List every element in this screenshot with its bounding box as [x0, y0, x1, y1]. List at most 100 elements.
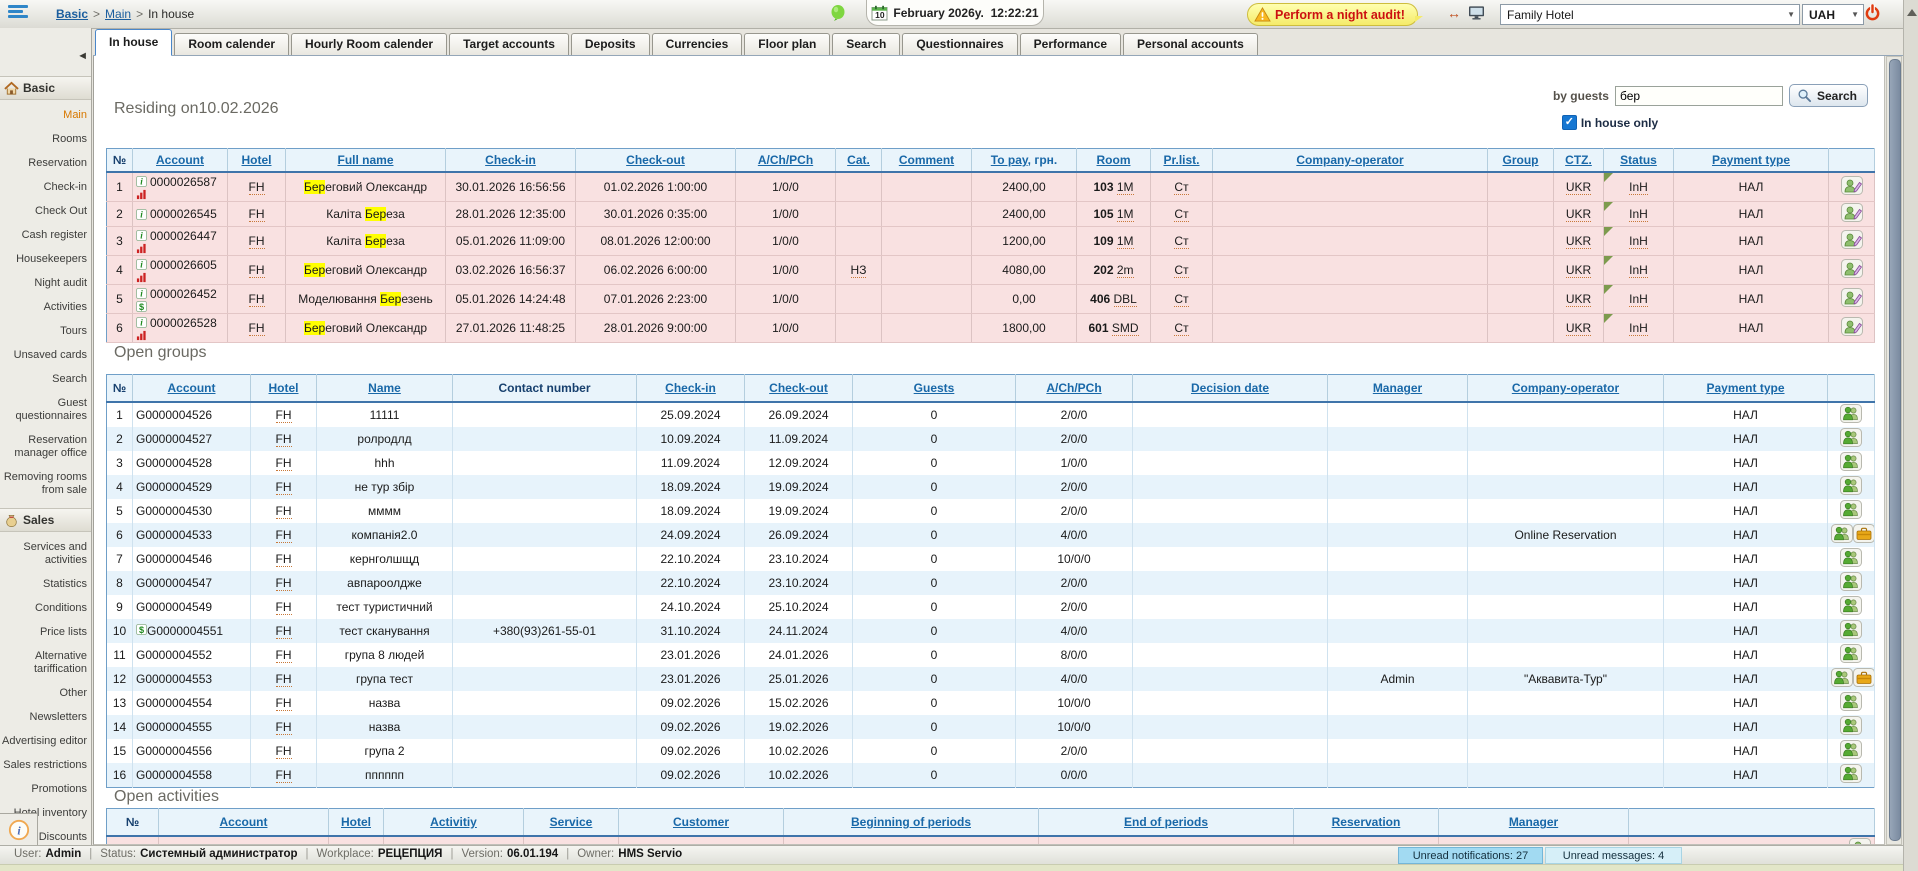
open-activities-row[interactable]: 1i0000026606FHпрокаттг07.11.2024 6:00:00… [107, 836, 1875, 845]
dollar-icon[interactable]: $ [136, 624, 147, 635]
currency-select[interactable]: UAH ▼ [1802, 4, 1864, 25]
hotel-select[interactable]: Family Hotel ▼ [1500, 4, 1800, 25]
residing-header-pr-list[interactable]: Pr.list. [1151, 149, 1213, 173]
account-info-icon[interactable]: i [136, 176, 147, 187]
open-group-button[interactable] [1840, 404, 1862, 423]
tab-currencies[interactable]: Currencies [652, 33, 743, 55]
sidebar-item-other[interactable]: Other [0, 687, 91, 700]
open-group-button[interactable] [1840, 428, 1862, 447]
sidebar-item-promotions[interactable]: Promotions [0, 783, 91, 796]
edit-reservation-button[interactable] [1841, 288, 1863, 307]
sidebar-item-removing-rooms-from-sale[interactable]: Removing rooms from sale [0, 471, 91, 497]
sidebar-section-sales[interactable]: Sales [0, 508, 91, 532]
chart-icon[interactable] [136, 330, 147, 341]
open-groups-row[interactable]: 8G0000004547FHавпароолдже22.10.202423.10… [107, 571, 1875, 595]
residing-header-status[interactable]: Status [1604, 149, 1674, 173]
power-button[interactable] [1864, 4, 1881, 21]
sidebar-item-unsaved-cards[interactable]: Unsaved cards [0, 349, 91, 362]
open-groups-row[interactable]: 10$G0000004551FHтест сканування+380(93)2… [107, 619, 1875, 643]
open-groups-header-hotel[interactable]: Hotel [251, 375, 317, 403]
residing-header-comment[interactable]: Comment [882, 149, 972, 173]
open-groups-header-decision-date[interactable]: Decision date [1133, 375, 1328, 403]
transfer-arrows-icon[interactable]: ↔ [1447, 5, 1461, 21]
sidebar-item-services-and-activities[interactable]: Services and activities [0, 541, 91, 567]
tab-performance[interactable]: Performance [1020, 33, 1121, 55]
open-group-button[interactable] [1840, 500, 1862, 519]
open-group-button[interactable] [1840, 764, 1862, 783]
open-group-button[interactable] [1840, 476, 1862, 495]
company-link-button[interactable] [1853, 668, 1875, 687]
tab-hourly-room-calender[interactable]: Hourly Room calender [291, 33, 447, 55]
date-display[interactable]: 10 February 2026y. 12:22:21 [866, 0, 1044, 26]
open-groups-row[interactable]: 11G0000004552FHгрупа 8 людей23.01.202624… [107, 643, 1875, 667]
open-group-button[interactable] [1840, 572, 1862, 591]
scroll-up-icon[interactable] [1907, 9, 1917, 16]
open-groups-row[interactable]: 9G0000004549FHтест туристичний24.10.2024… [107, 595, 1875, 619]
tab-personal-accounts[interactable]: Personal accounts [1123, 33, 1258, 55]
open-groups-row[interactable]: 3G0000004528FHhhh11.09.202412.09.202401/… [107, 451, 1875, 475]
account-info-icon[interactable]: i [136, 317, 147, 328]
open-groups-header-check-in[interactable]: Check-in [637, 375, 745, 403]
open-group-button[interactable] [1831, 524, 1853, 543]
residing-row[interactable]: 5i0000026452$FHМоделювання Березень05.01… [107, 285, 1875, 314]
residing-header-company-operator[interactable]: Company-operator [1213, 149, 1488, 173]
open-group-button[interactable] [1840, 692, 1862, 711]
chart-icon[interactable] [136, 243, 147, 254]
open-groups-header-account[interactable]: Account [133, 375, 251, 403]
open-group-button[interactable] [1840, 644, 1862, 663]
open-group-button[interactable] [1840, 620, 1862, 639]
open-groups-row[interactable]: 7G0000004546FHкернголшщд22.10.202423.10.… [107, 547, 1875, 571]
open-activities-header-customer[interactable]: Customer [619, 809, 784, 837]
tab-floor-plan[interactable]: Floor plan [744, 33, 830, 55]
open-groups-header-check-out[interactable]: Check-out [745, 375, 853, 403]
account-info-icon[interactable]: i [136, 230, 147, 241]
residing-row[interactable]: 4i0000026605FHБереговий Олександр03.02.2… [107, 256, 1875, 285]
open-groups-row[interactable]: 16G0000004558FHпппппп09.02.202610.02.202… [107, 763, 1875, 788]
open-groups-header-guests[interactable]: Guests [853, 375, 1016, 403]
unread-notifications-badge[interactable]: Unread notifications: 27 [1398, 847, 1543, 864]
open-group-button[interactable] [1840, 548, 1862, 567]
open-activities-header-activitiy[interactable]: Activitiy [384, 809, 524, 837]
dollar-icon[interactable]: $ [136, 301, 147, 312]
edit-activity-button[interactable] [1849, 838, 1871, 845]
residing-header-hotel[interactable]: Hotel [228, 149, 286, 173]
open-group-button[interactable] [1840, 596, 1862, 615]
window-scrollbar[interactable] [1903, 0, 1918, 871]
unread-messages-badge[interactable]: Unread messages: 4 [1545, 847, 1682, 864]
guest-search-input[interactable] [1615, 86, 1783, 106]
sidebar-section-basic[interactable]: Basic [0, 76, 91, 100]
open-groups-header-name[interactable]: Name [317, 375, 453, 403]
edit-reservation-button[interactable] [1841, 203, 1863, 222]
residing-header-to-pay[interactable]: To pay, грн. [972, 149, 1077, 173]
sidebar-collapse-icon[interactable]: ◄ [77, 50, 88, 62]
sidebar-item-main[interactable]: Main [0, 109, 91, 122]
sidebar-item-tours[interactable]: Tours [0, 325, 91, 338]
open-groups-header-a-ch-pch[interactable]: A/Ch/PCh [1016, 375, 1133, 403]
open-group-button[interactable] [1840, 452, 1862, 471]
account-info-icon[interactable]: i [136, 288, 147, 299]
sidebar-item-conditions[interactable]: Conditions [0, 602, 91, 615]
content-scrollbar[interactable] [1886, 56, 1902, 845]
residing-header-group[interactable]: Group [1488, 149, 1554, 173]
open-group-button[interactable] [1840, 716, 1862, 735]
tab-room-calender[interactable]: Room calender [174, 33, 289, 55]
info-button[interactable]: i [0, 813, 38, 845]
sidebar-item-search[interactable]: Search [0, 373, 91, 386]
account-info-icon[interactable]: i [136, 259, 147, 270]
tab-search[interactable]: Search [832, 33, 900, 55]
sidebar-item-newsletters[interactable]: Newsletters [0, 711, 91, 724]
residing-row[interactable]: 2i0000026545FHКаліта Береза28.01.2026 12… [107, 202, 1875, 227]
breadcrumb-basic[interactable]: Basic [56, 7, 88, 21]
tab-deposits[interactable]: Deposits [571, 33, 650, 55]
company-link-button[interactable] [1853, 524, 1875, 543]
sidebar-item-check-in[interactable]: Check-in [0, 181, 91, 194]
tab-in-house[interactable]: In house [95, 29, 172, 56]
search-button[interactable]: Search [1789, 84, 1868, 107]
residing-header-payment-type[interactable]: Payment type [1674, 149, 1829, 173]
night-audit-alert[interactable]: Perform a night audit! [1247, 3, 1418, 26]
edit-reservation-button[interactable] [1841, 176, 1863, 195]
balloon-icon[interactable] [830, 4, 846, 22]
workstation-icon[interactable] [1468, 5, 1485, 20]
tab-target-accounts[interactable]: Target accounts [449, 33, 569, 55]
residing-row[interactable]: 6i0000026528FHБереговий Олександр27.01.2… [107, 314, 1875, 343]
